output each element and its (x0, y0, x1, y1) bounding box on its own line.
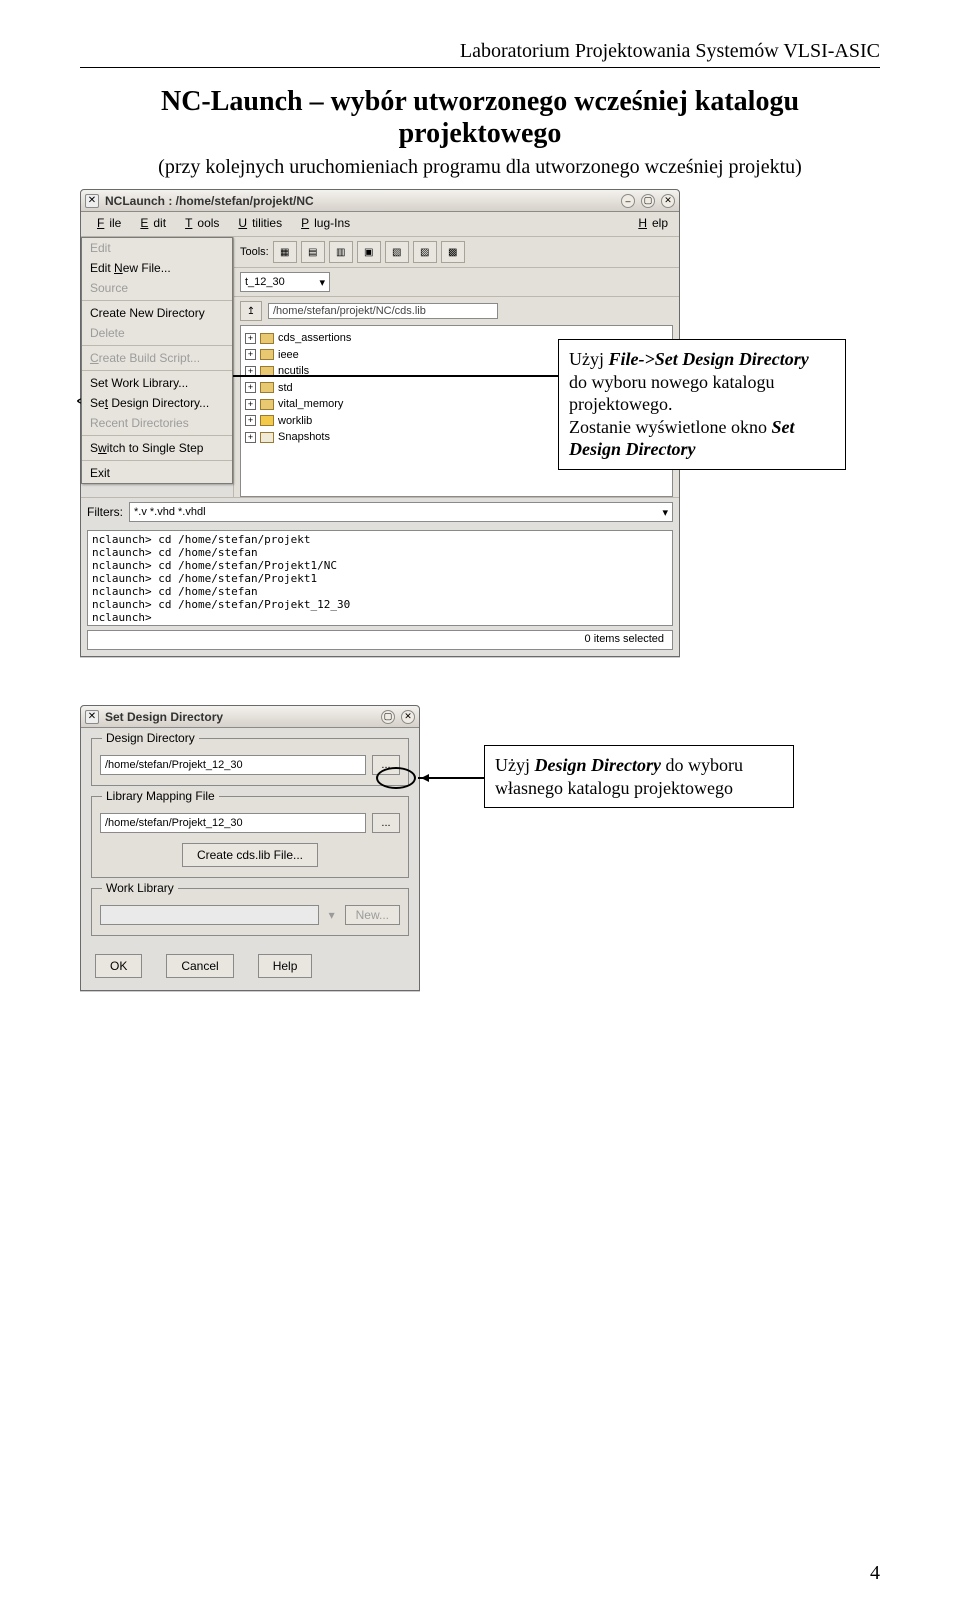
callout-1: Użyj File->Set Design Directory do wybor… (558, 339, 846, 470)
menu-plugins[interactable]: Plug-Ins (291, 214, 355, 232)
create-cdslib-button[interactable]: Create cds.lib File... (182, 843, 318, 867)
filters-label: Filters: (87, 505, 123, 519)
menu-edit[interactable]: Edit (130, 214, 171, 232)
work-library-legend: Work Library (102, 881, 178, 895)
file-menu-edit-new[interactable]: Edit New File... (82, 258, 232, 278)
menu-file[interactable]: File (87, 214, 126, 232)
file-menu-source: Source (82, 278, 232, 298)
lib-path: /home/stefan/projekt/NC/cds.lib (268, 303, 498, 319)
arrow-2 (418, 777, 484, 779)
file-menu-exit[interactable]: Exit (82, 463, 232, 483)
close-icon[interactable]: ✕ (661, 194, 675, 208)
menu-help[interactable]: Help (628, 214, 673, 232)
file-menu-create-dir[interactable]: Create New Directory (82, 303, 232, 323)
tool-btn-1[interactable]: ▦ (273, 241, 297, 263)
tool-btn-3[interactable]: ▥ (329, 241, 353, 263)
file-menu-dropdown: Edit Edit New File... Source Create New … (81, 237, 233, 484)
help-button[interactable]: Help (258, 954, 313, 978)
design-directory-browse[interactable]: ... (372, 755, 400, 775)
callout-2: Użyj Design Directory do wyboru własnego… (484, 745, 794, 808)
status-bar: 0 items selected (87, 630, 673, 650)
tool-btn-7[interactable]: ▩ (441, 241, 465, 263)
page-header: Laboratorium Projektowania Systemów VLSI… (80, 40, 880, 63)
design-directory-input[interactable]: /home/stefan/Projekt_12_30 (100, 755, 366, 775)
file-menu-edit: Edit (82, 238, 232, 258)
library-mapping-legend: Library Mapping File (102, 789, 219, 803)
design-select[interactable]: t_12_30▾ (240, 272, 330, 292)
tools-label: Tools: (240, 246, 269, 258)
menubar: File Edit Tools Utilities Plug-Ins Help (81, 212, 679, 237)
sdd-maximize-icon[interactable]: ▢ (381, 710, 395, 724)
page-subtitle: (przy kolejnych uruchomieniach programu … (80, 156, 880, 179)
header-rule (80, 67, 880, 68)
up-dir-icon[interactable]: ↥ (240, 301, 262, 321)
file-menu-recent: Recent Directories (82, 413, 232, 433)
console-log: nclaunch> cd /home/stefan/projekt nclaun… (87, 530, 673, 626)
arrow-1 (214, 375, 558, 377)
window-menu-icon[interactable]: ✕ (85, 194, 99, 208)
file-menu-switch[interactable]: Switch to Single Step (82, 438, 232, 458)
file-menu-delete: Delete (82, 323, 232, 343)
page-title: NC-Launch – wybór utworzonego wcześniej … (80, 86, 880, 150)
work-library-dropdown-icon[interactable]: ▾ (325, 908, 339, 922)
set-design-directory-dialog: ✕ Set Design Directory ▢ ✕ Design Direct… (80, 705, 420, 991)
sdd-close-icon[interactable]: ✕ (401, 710, 415, 724)
file-menu-build-script: Create Build Script... (82, 348, 232, 368)
page-number: 4 (870, 1562, 880, 1585)
sdd-window-menu-icon[interactable]: ✕ (85, 710, 99, 724)
file-menu-set-design[interactable]: Set Design Directory... (82, 393, 232, 413)
library-mapping-group: Library Mapping File /home/stefan/Projek… (91, 796, 409, 878)
design-directory-group: Design Directory /home/stefan/Projekt_12… (91, 738, 409, 786)
sdd-title: Set Design Directory (105, 710, 223, 724)
design-directory-legend: Design Directory (102, 731, 199, 745)
tool-btn-4[interactable]: ▣ (357, 241, 381, 263)
maximize-icon[interactable]: ▢ (641, 194, 655, 208)
library-mapping-input[interactable]: /home/stefan/Projekt_12_30 (100, 813, 366, 833)
minimize-icon[interactable]: – (621, 194, 635, 208)
library-mapping-browse[interactable]: ... (372, 813, 400, 833)
work-library-group: Work Library ▾ New... (91, 888, 409, 936)
file-menu-set-work[interactable]: Set Work Library... (82, 373, 232, 393)
ok-button[interactable]: OK (95, 954, 142, 978)
tool-btn-2[interactable]: ▤ (301, 241, 325, 263)
menu-tools[interactable]: Tools (175, 214, 224, 232)
work-library-input[interactable] (100, 905, 319, 925)
work-library-new-button[interactable]: New... (345, 905, 400, 925)
cancel-button[interactable]: Cancel (166, 954, 233, 978)
tool-btn-6[interactable]: ▨ (413, 241, 437, 263)
tool-btn-5[interactable]: ▧ (385, 241, 409, 263)
menu-utilities[interactable]: Utilities (228, 214, 287, 232)
nclaunch-title: NCLaunch : /home/stefan/projekt/NC (105, 194, 314, 208)
filters-select[interactable]: *.v *.vhd *.vhdl▾ (129, 502, 673, 522)
